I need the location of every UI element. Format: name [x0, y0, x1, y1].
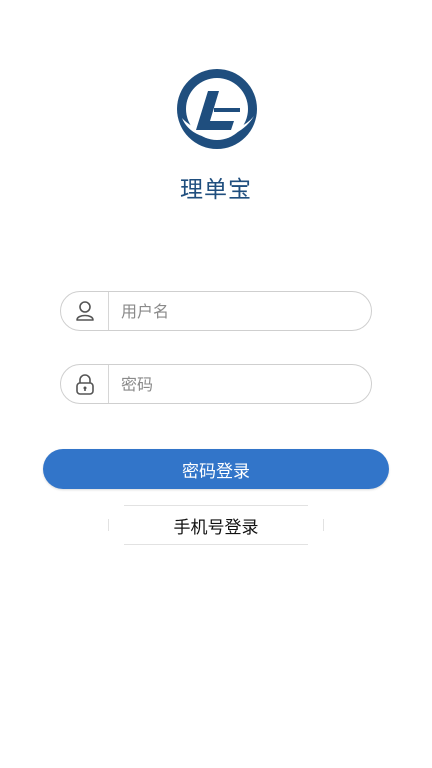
- phone-login-label: 手机号登录: [173, 517, 259, 538]
- username-field[interactable]: [60, 291, 372, 331]
- app-title: 理单宝: [180, 177, 252, 203]
- app-logo-icon: [174, 66, 260, 152]
- username-input[interactable]: [109, 292, 371, 330]
- phone-login-right-edge: [323, 519, 324, 531]
- password-input[interactable]: [109, 365, 371, 403]
- password-login-button[interactable]: 密码登录: [43, 449, 389, 489]
- phone-login-left-edge: [108, 519, 109, 531]
- login-screen: 理单宝 密码登录 手机号登录: [0, 0, 432, 768]
- lock-icon: [61, 365, 109, 403]
- phone-login-button[interactable]: 手机号登录: [108, 505, 324, 545]
- user-icon: [61, 292, 109, 330]
- password-field[interactable]: [60, 364, 372, 404]
